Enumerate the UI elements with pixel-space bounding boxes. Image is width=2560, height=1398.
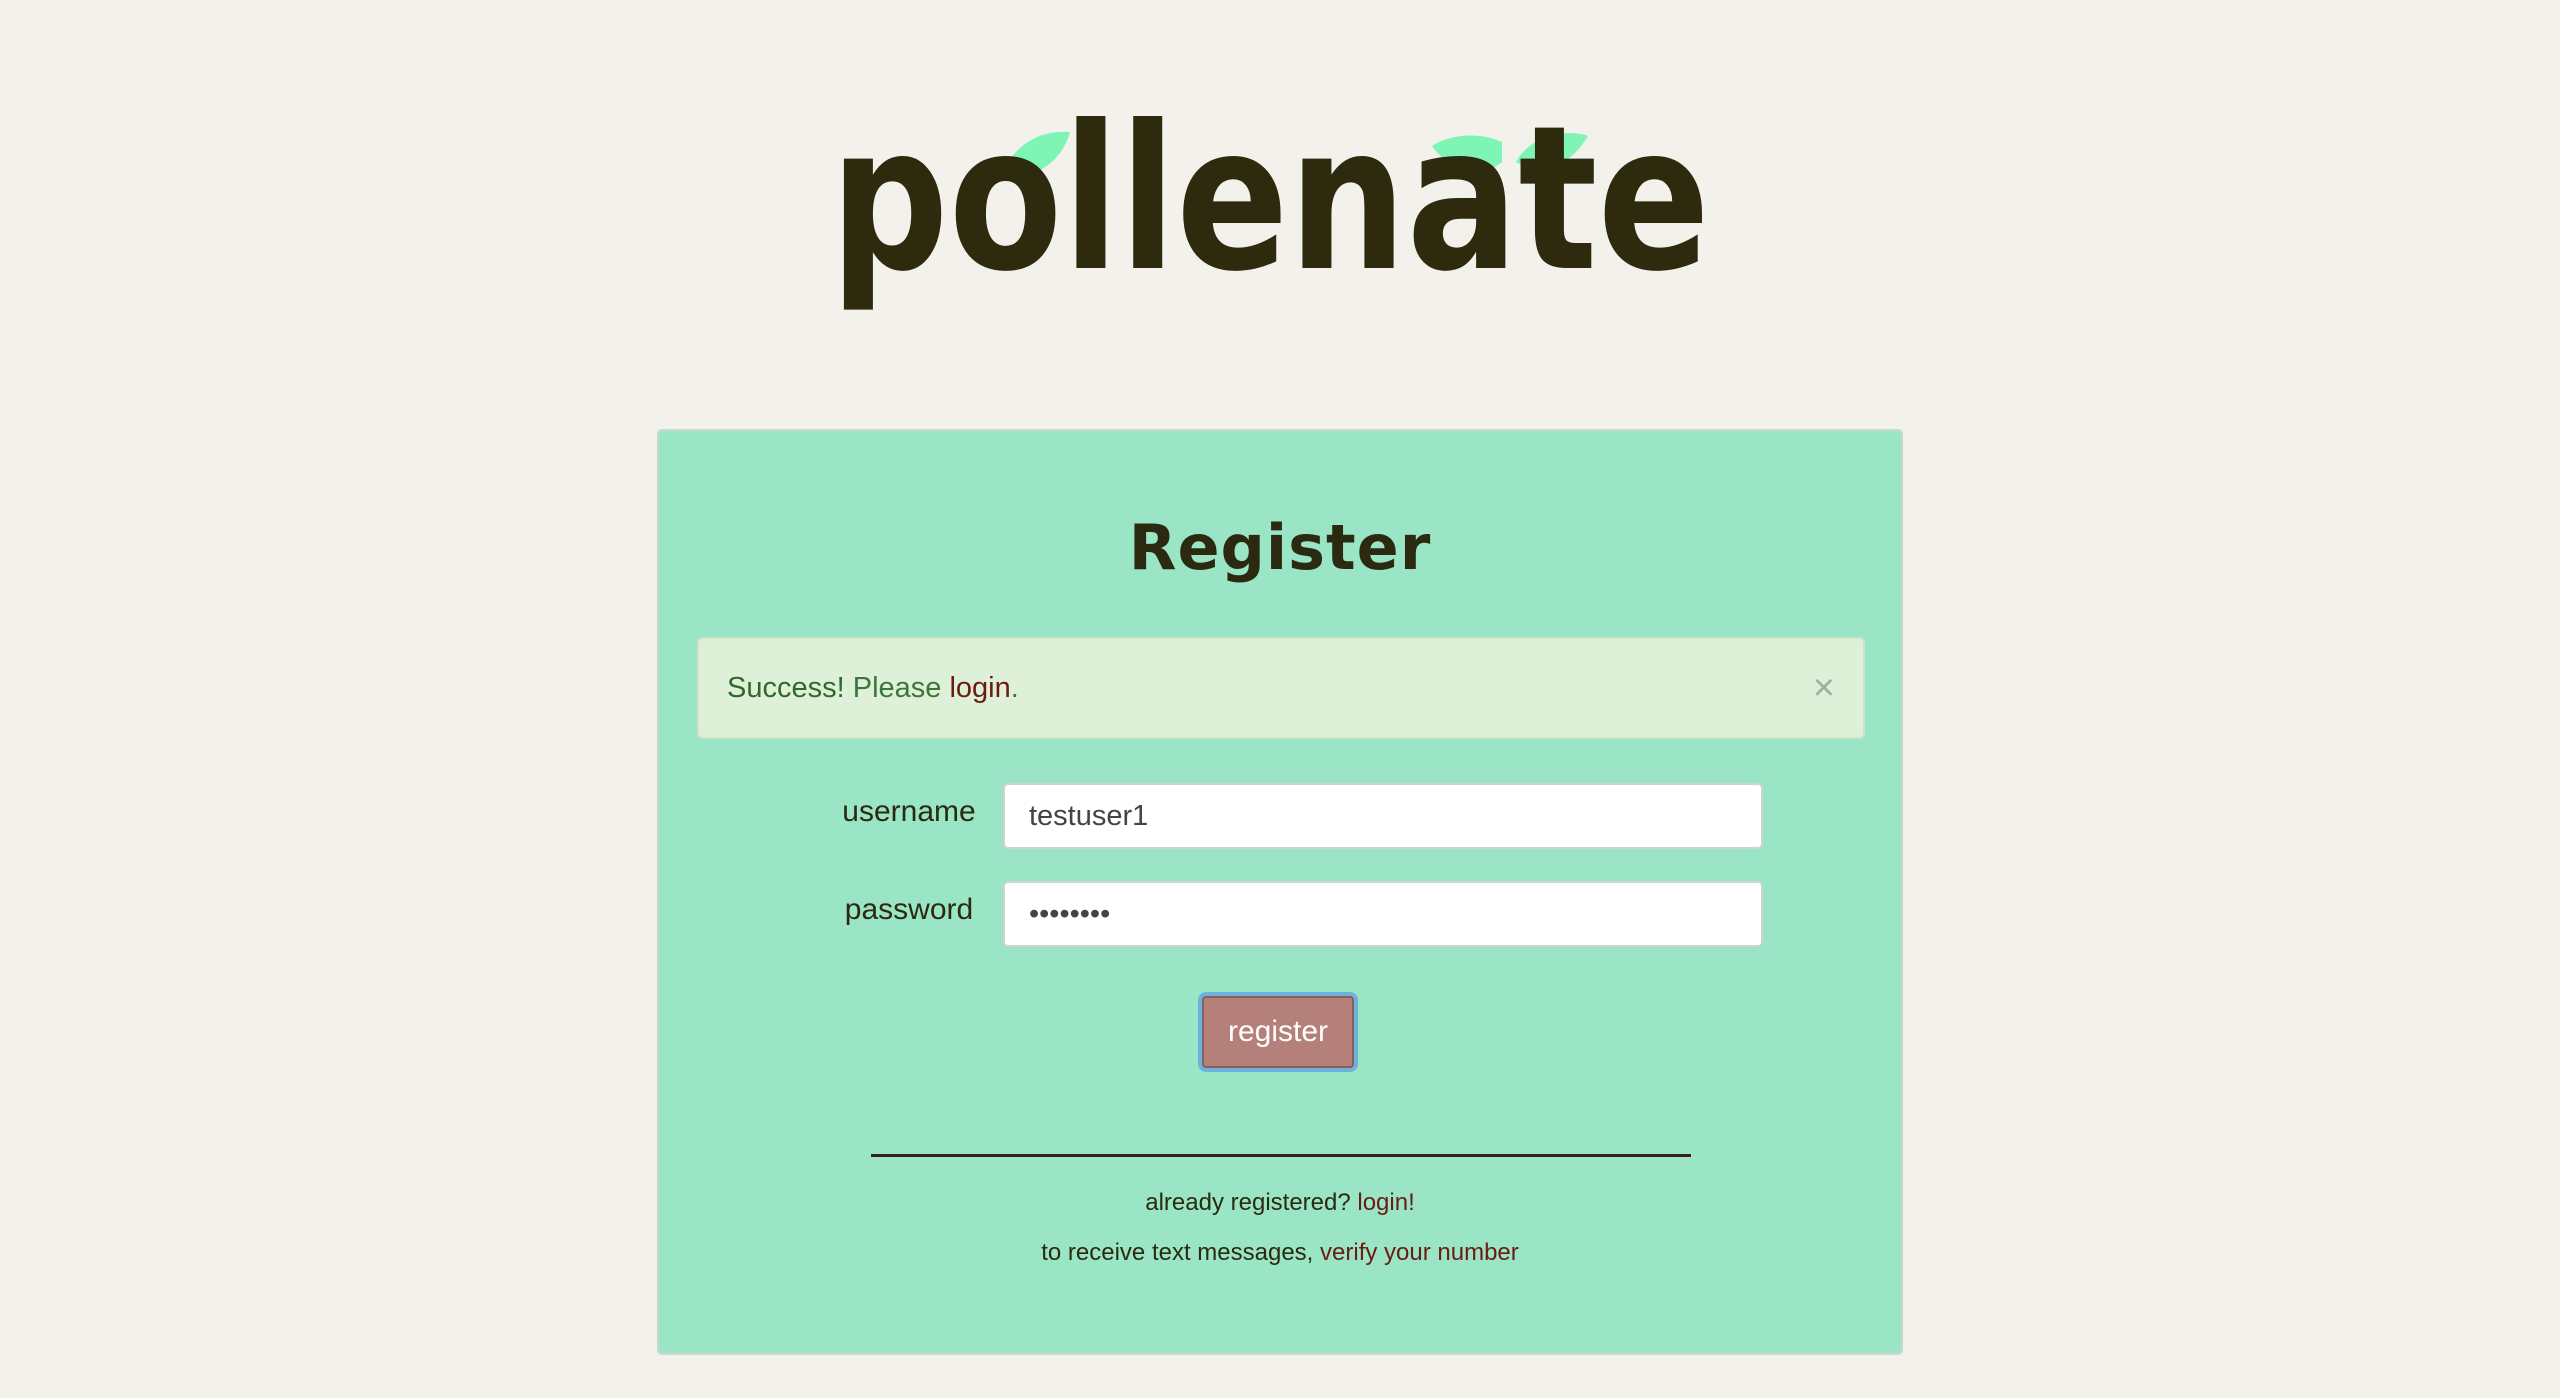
alert-text: Please <box>852 672 942 704</box>
register-card: Register Success! Please login. × userna… <box>657 429 1903 1355</box>
verify-number-link[interactable]: verify your number <box>1320 1239 1519 1266</box>
username-label: username <box>842 795 976 828</box>
alert-login-link[interactable]: login <box>949 672 1010 704</box>
page-title: Register <box>1128 511 1432 584</box>
register-button[interactable]: register <box>1202 996 1354 1068</box>
footer-login-link[interactable]: login! <box>1357 1189 1414 1216</box>
sms-text: to receive text messages, <box>1041 1239 1314 1266</box>
username-input[interactable] <box>1003 783 1763 849</box>
already-registered-text: already registered? <box>1145 1189 1351 1216</box>
alert-period: . <box>1010 672 1019 704</box>
password-input[interactable] <box>1003 881 1763 947</box>
password-label: password <box>844 893 974 926</box>
close-icon[interactable]: × <box>1813 639 1835 737</box>
alert-strong-text: Success! <box>727 672 845 704</box>
pollenate-logo: pollenate <box>830 100 1730 340</box>
already-registered-line: already registered? login! <box>659 1189 1901 1217</box>
success-alert: Success! Please login. × <box>697 637 1865 739</box>
pollenate-logo-mark: pollenate <box>830 100 1710 316</box>
logo-wordmark: pollenate <box>830 100 1710 316</box>
divider <box>871 1154 1691 1157</box>
sms-line: to receive text messages, verify your nu… <box>659 1239 1901 1267</box>
